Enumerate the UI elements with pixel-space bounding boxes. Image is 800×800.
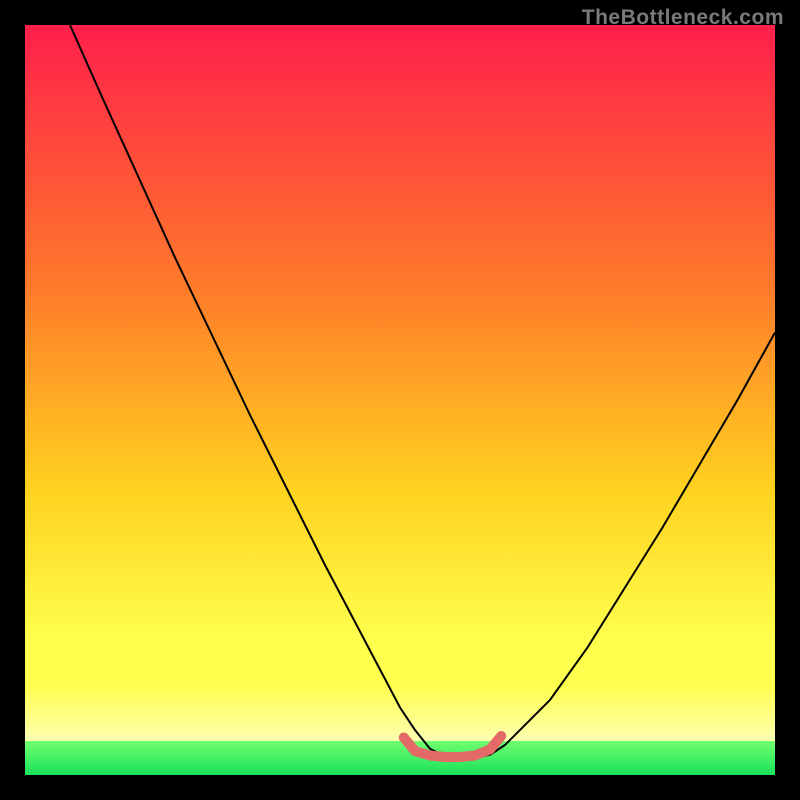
bottleneck-curve [70,25,775,758]
chart-frame: TheBottleneck.com [0,0,800,800]
plot-area [25,25,775,775]
watermark-text: TheBottleneck.com [582,6,784,30]
trough-marker [404,736,502,757]
curve-layer [25,25,775,775]
